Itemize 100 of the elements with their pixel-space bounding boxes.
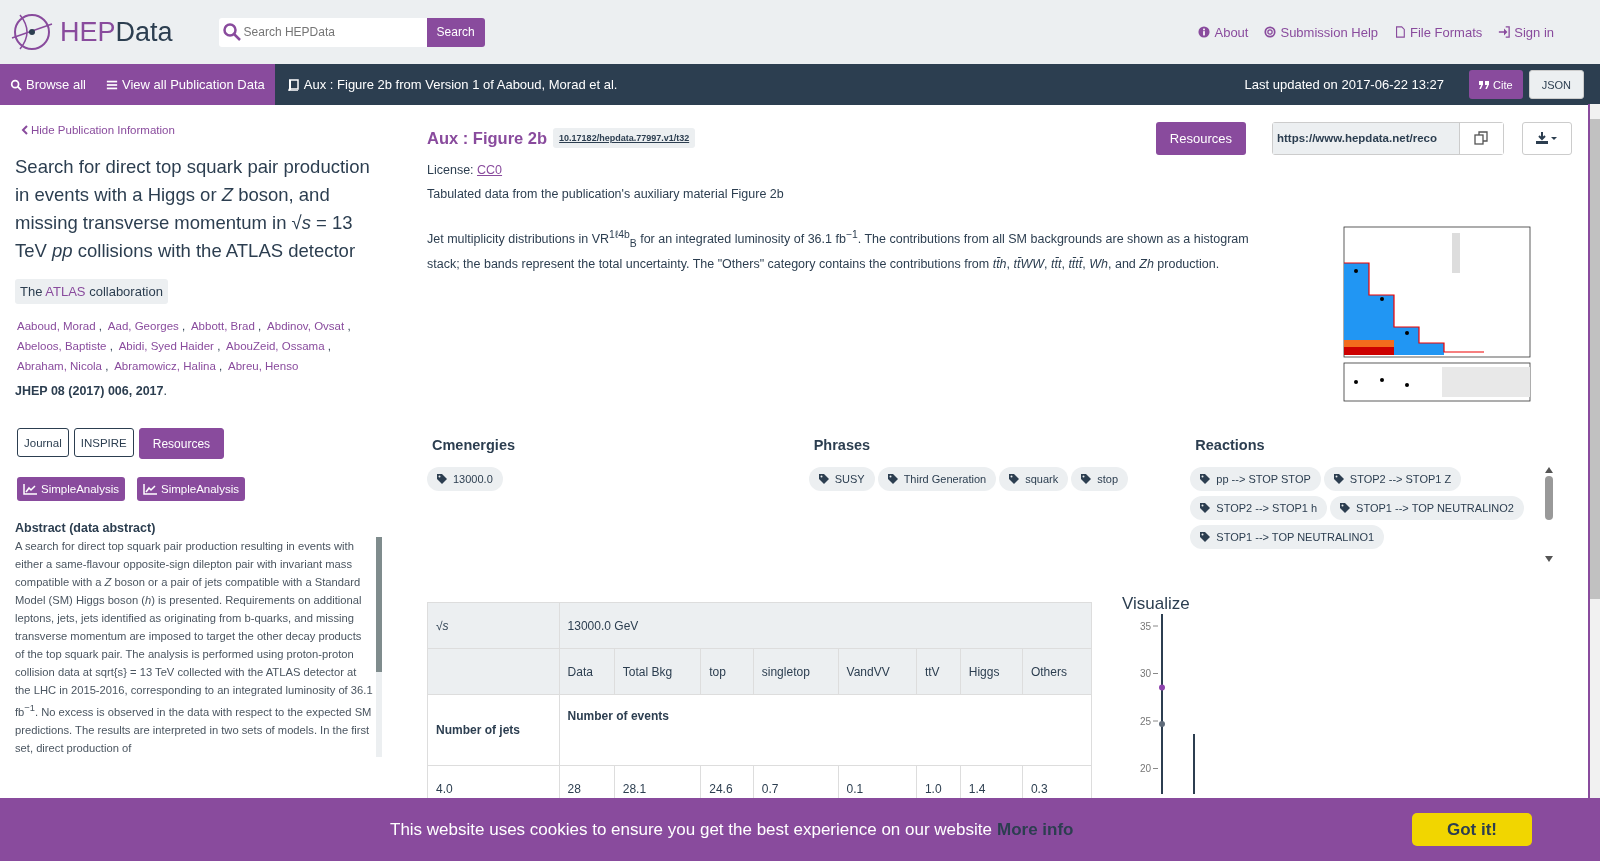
column-header: Higgs [960,648,1023,695]
collaboration-link[interactable]: ATLAS [45,284,86,299]
scrollbar[interactable] [1590,104,1600,798]
column-header: Number of events [559,694,1092,766]
author-link[interactable]: Abeloos, Baptiste [17,340,107,352]
analysis-button[interactable]: SimpleAnalysis [137,477,245,501]
search-field[interactable]: Search HEPData [218,17,427,47]
resources-button[interactable]: Resources [1155,121,1246,155]
accept-button[interactable]: Got it! [1412,813,1532,846]
keyword-tag[interactable]: pp --> STOP STOP [1190,467,1321,491]
table-description: Jet multiplicity distributions in VR$^{1ℓ4b}$$_{B}$ for an integrated luminosity of 36.1 fb$^{−1}$. The contributions from all SM backgrounds are shown as a histogram stack; the bands represent the total uncertainty. The "Others" category contains the contributions from tt̄h, tt̄WW, tt̄t, tt̄tt̄, Wh, and Zh production. [427,228,1250,273]
keyword-tag[interactable]: squark [999,467,1069,491]
header-link[interactable]: About [1214,24,1249,40]
column-header: Data [559,648,615,695]
author-link[interactable]: Abdinov, Ovsat [267,320,345,332]
scrollbar[interactable] [1544,467,1555,562]
table-cell: √s [427,602,560,649]
comma-separator: , [105,360,109,372]
nav-link[interactable]: View all Publication Data [121,77,265,92]
comma-separator: , [258,320,262,332]
copy-icon [1474,131,1489,145]
comma-separator: , [182,320,186,332]
keyword-tag[interactable]: STOP2 --> STOP1 h [1190,496,1328,520]
logo-text: HEPData [60,16,173,48]
info-icon [1198,26,1211,38]
keyword-tag[interactable]: STOP2 --> STOP1 Z [1323,467,1462,491]
comma-separator: , [327,340,331,352]
tick-label: 20 [1139,763,1151,774]
author-link[interactable]: Abreu, Henso [228,360,299,372]
line-chart-icon [23,483,37,495]
keyword-tag[interactable]: STOP1 --> TOP NEUTRALINO2 [1330,496,1524,520]
keyword-tag[interactable]: Third Generation [877,467,997,491]
reference-button[interactable]: Journal [17,428,69,457]
column-header: top [700,648,754,695]
abstract-text: A search for direct top squark pair production resulting in events with either a same-flavour opposite-sign dilepton pair with invariant mass compatible with a Z boson or a pair of jets compatible with a Standard Model (SM) Higgs boson (h) is presented. Requirements on additional leptons, jets, jets identified as originating from b-quarks, and missing transverse momentum are imposed to target the other decay products of the top squark pair. The analysis is performed using proton-proton collision data at sqrt{s} = 13 TeV collected with the ATLAS detector at the LHC in 2015-2016, corresponding to an integrated luminosity of 36.1 fb$^{−1}$. No excess is observed in the data with respect to the expected SM predictions. The results are interpreted in two sets of models. In the first set, direct production of [15,539,373,756]
author-link[interactable]: Aad, Georges [107,320,179,332]
comma-separator: , [109,340,113,352]
book-icon [286,78,299,91]
tag-icon [437,474,447,484]
keyword-tag[interactable]: stop [1071,467,1128,491]
column-header: ttV [916,648,961,695]
header-link[interactable]: Submission Help [1280,24,1378,40]
reference-button[interactable]: INSPIRE [73,428,134,457]
tick-label: 30 [1139,668,1151,679]
column-header: Number of jets [427,694,560,766]
scroll-down-icon[interactable] [1545,556,1554,562]
breadcrumb: Aux : Figure 2b from Version 1 of Aaboud, Morad et al. [303,77,618,92]
quote-icon [1479,80,1490,89]
column-header: Total Bkg [614,648,701,695]
doi-link[interactable]: 10.17182/hepdata.77997.v1/t32 [553,128,696,148]
analysis-button[interactable]: SimpleAnalysis [17,477,125,501]
scrollbar[interactable] [376,537,382,757]
chevron-left-icon [21,125,28,135]
column-header: Others [1022,648,1092,695]
tag-icon [887,474,898,484]
table-title: Aux : Figure 2b [427,128,548,148]
cite-button[interactable]: Cite [1469,70,1523,99]
author-link[interactable]: Abbott, Brad [190,320,255,332]
keyword-tag[interactable]: SUSY [808,467,875,491]
download-button[interactable] [1522,121,1572,155]
hide-info-link[interactable]: Hide Publication Information [31,124,175,136]
author-link[interactable]: Abramowicz, Halina [114,360,216,372]
tag-icon [1200,474,1211,484]
nav-link[interactable]: Browse all [26,77,86,92]
file-icon [1394,26,1406,38]
keyword-tag[interactable]: 13000.0 [427,467,503,491]
license-link[interactable]: CC0 [477,163,503,177]
table-summary: Tabulated data from the publication's auxiliary material Figure 2b [427,187,785,201]
visualize-heading: Visualize [1122,594,1191,614]
sign-in-icon [1498,26,1511,38]
url-field[interactable]: https://www.hepdata.net/reco [1272,121,1504,155]
tag-icon [1200,503,1211,513]
tag-icon [818,474,829,484]
header-link[interactable]: Sign in [1514,24,1554,40]
tag-icon [1200,532,1211,542]
search-icon [222,23,241,41]
column-header: VandVV [838,648,917,695]
author-link[interactable]: Abidi, Syed Haider [118,340,214,352]
column-header: singletop [753,648,838,695]
lifebuoy-icon [1264,26,1277,38]
header-link[interactable]: File Formats [1410,24,1483,40]
publication-title: Search for direct top squark pair production in events with a Higgs or Z boson, and missing transverse momentum in √s = 13 TeV pp collisions with the ATLAS detector [15,155,371,263]
tag-icon [1081,474,1092,484]
resources-button[interactable]: Resources [138,428,225,459]
table-cell: 13000.0 GeV [559,602,1092,649]
scroll-up-icon[interactable] [1545,467,1554,473]
comma-separator: , [98,320,103,332]
author-link[interactable]: Abraham, Nicola [17,360,102,372]
keyword-heading: Phrases [813,437,872,453]
author-link[interactable]: Aaboud, Morad [17,320,96,332]
list-icon [105,78,118,91]
author-link[interactable]: AbouZeid, Ossama [226,340,325,352]
search-button[interactable]: Search [426,17,485,47]
comma-separator: , [219,360,223,372]
license-label: License: [427,163,474,177]
keyword-heading: Reactions [1195,437,1266,453]
keyword-tag[interactable]: STOP1 --> TOP NEUTRALINO1 [1190,525,1385,549]
json-button[interactable]: JSON [1528,70,1584,99]
keyword-heading: Cmenergies [432,437,516,453]
tag-icon [1333,474,1344,484]
